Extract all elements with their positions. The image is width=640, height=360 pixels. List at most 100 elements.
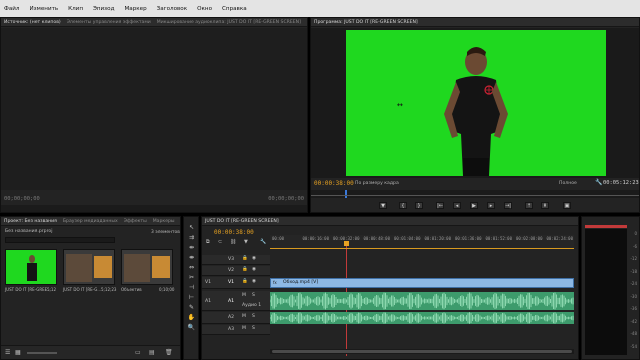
razor-tool-icon[interactable]: ✂ xyxy=(187,273,196,281)
linked-selection-icon[interactable]: ⛓ xyxy=(230,239,236,245)
step-forward-button[interactable]: ▸ xyxy=(487,202,495,209)
fit-dropdown[interactable]: По размеру кадра xyxy=(355,181,399,186)
project-search-input[interactable] xyxy=(5,237,115,243)
source-patch-a1[interactable]: A1 xyxy=(205,299,211,304)
program-timecode-duration: 00:05:12:23 xyxy=(603,180,639,186)
step-back-button[interactable]: ◂ xyxy=(453,202,461,209)
video-clip-v1[interactable]: fx Обход.mp4 [V] xyxy=(270,278,574,288)
menu-item[interactable]: Эпизод xyxy=(93,6,114,12)
add-marker-button[interactable]: ▼ xyxy=(379,202,387,209)
mark-out-button[interactable]: } xyxy=(415,202,423,209)
solo-button[interactable]: S xyxy=(252,326,255,331)
source-timecode-left: 00;00;00;00 xyxy=(4,196,40,202)
selection-tool-icon[interactable]: ↖ xyxy=(187,223,196,231)
project-panel: Проект: Без названия Браузер медиаданных… xyxy=(0,216,181,360)
menu-item[interactable]: Справка xyxy=(222,6,247,12)
scrollbar-thumb[interactable] xyxy=(272,350,572,353)
slide-tool-icon[interactable]: ⊢ xyxy=(187,293,196,301)
extract-button[interactable]: ⇞ xyxy=(541,202,549,209)
tab-project[interactable]: Проект: Без названия xyxy=(4,219,57,224)
project-item-name: JUST DO IT [RE-GREE... xyxy=(5,287,51,292)
zoom-slider[interactable] xyxy=(27,352,57,354)
tab-source[interactable]: Источник: (нет клипов) xyxy=(4,20,61,25)
ripple-edit-tool-icon[interactable]: ⇹ xyxy=(187,243,196,251)
track-header-a1[interactable]: A1 A1 M S Аудио 1 xyxy=(202,291,270,311)
trash-icon[interactable]: 🗑 xyxy=(165,349,173,356)
solo-button[interactable]: S xyxy=(252,314,255,319)
track-header-a2[interactable]: A2 M S xyxy=(202,312,270,324)
eye-icon[interactable]: ◉ xyxy=(252,279,256,284)
new-item-icon[interactable]: ▤ xyxy=(149,349,155,356)
program-timecode-current[interactable]: 00:00:38:00 xyxy=(314,180,354,187)
timeline-timecode[interactable]: 00:00:38:00 xyxy=(214,229,254,236)
icon-view-icon[interactable]: ▦ xyxy=(15,349,21,356)
mute-button[interactable]: M xyxy=(242,314,246,319)
track-header-a3[interactable]: A3 M S xyxy=(202,325,270,335)
tab-sequence[interactable]: JUST DO IT [RE-GREEN SCREEN] xyxy=(205,219,279,224)
new-bin-icon[interactable]: ▭ xyxy=(135,349,141,356)
timeline-scrollbar[interactable] xyxy=(270,349,574,354)
hand-tool-icon[interactable]: ✋ xyxy=(187,313,196,321)
rate-stretch-tool-icon[interactable]: ⇔ xyxy=(187,263,196,271)
track-label-v1: V1 xyxy=(228,280,235,285)
work-area-bar[interactable] xyxy=(270,248,574,249)
tab-media-browser[interactable]: Браузер медиаданных xyxy=(63,219,118,224)
menu-item[interactable]: Окно xyxy=(197,6,212,12)
person-figure xyxy=(444,47,508,176)
quality-dropdown[interactable]: Полное xyxy=(559,181,577,186)
nest-icon[interactable]: ⧉ xyxy=(206,239,210,245)
move-cursor-icon: ↔ xyxy=(397,101,403,109)
program-scrub-bar[interactable] xyxy=(311,190,639,198)
tab-markers[interactable]: Маркеры xyxy=(153,219,175,224)
meter-tick: -6 xyxy=(633,243,637,249)
playhead-marker[interactable] xyxy=(345,190,347,198)
lock-icon[interactable]: 🔒 xyxy=(242,279,248,284)
track-header-v2[interactable]: V2 ◉ 🔒 xyxy=(202,266,270,276)
menu-item[interactable]: Заголовок xyxy=(157,6,187,12)
rolling-edit-tool-icon[interactable]: ⇼ xyxy=(187,253,196,261)
audio-clip-a1[interactable] xyxy=(269,292,574,310)
wrench-icon[interactable]: 🔧 xyxy=(595,179,602,186)
snap-icon[interactable]: ⊂ xyxy=(218,239,222,245)
menu-item[interactable]: Клип xyxy=(68,6,83,12)
eye-icon[interactable]: ◉ xyxy=(252,256,256,261)
mark-in-button[interactable]: { xyxy=(399,202,407,209)
project-item-thumb[interactable] xyxy=(5,249,57,285)
audio-clip-a2[interactable] xyxy=(269,312,574,324)
tab-effects[interactable]: Эффекты xyxy=(124,219,147,224)
green-screen-frame xyxy=(346,30,606,176)
mute-button[interactable]: M xyxy=(242,326,246,331)
menu-item[interactable]: Маркер xyxy=(124,6,146,12)
thumb-scene xyxy=(152,256,170,278)
eye-icon[interactable]: ◉ xyxy=(252,267,256,272)
camera-icon[interactable]: ▣ xyxy=(563,202,571,209)
zoom-tool-icon[interactable]: 🔍 xyxy=(187,323,196,331)
track-header-v1[interactable]: V1 V1 ◉ 🔒 xyxy=(202,277,270,289)
project-item-thumb[interactable] xyxy=(121,249,173,285)
slip-tool-icon[interactable]: ⊣ xyxy=(187,283,196,291)
pen-tool-icon[interactable]: ✎ xyxy=(187,303,196,311)
tab-audio-clip-mixer[interactable]: Микширование аудиоклипа: JUST DO IT [RE-… xyxy=(157,20,301,25)
track-select-tool-icon[interactable]: ⇉ xyxy=(187,233,196,241)
solo-button[interactable]: S xyxy=(252,293,255,298)
source-patch-v1[interactable]: V1 xyxy=(205,280,211,285)
lock-icon[interactable]: 🔒 xyxy=(242,256,248,261)
track-header-v3[interactable]: V3 ◉ 🔒 xyxy=(202,255,270,265)
meter-tick: -48 xyxy=(630,331,637,336)
menu-item[interactable]: Изменить xyxy=(29,6,58,12)
play-button[interactable]: ▶ xyxy=(470,202,478,209)
go-to-in-button[interactable]: |← xyxy=(436,202,444,209)
add-marker-icon[interactable]: ▼ xyxy=(244,239,248,245)
project-item-thumb[interactable] xyxy=(63,249,115,285)
lift-button[interactable]: ⇡ xyxy=(525,202,533,209)
mute-button[interactable]: M xyxy=(242,293,246,298)
go-to-out-button[interactable]: →| xyxy=(504,202,512,209)
menu-item[interactable]: Файл xyxy=(4,6,19,12)
tab-program[interactable]: Программа: JUST DO IT [RE-GREEN SCREEN] xyxy=(314,20,418,25)
timeline-settings-icon[interactable]: 🔧 xyxy=(260,239,266,245)
tab-effect-controls[interactable]: Элементы управления эффектами xyxy=(67,20,151,25)
time-ruler[interactable]: 00:00 00:00:16:00 00:00:32:00 00:00:48:00 00… xyxy=(270,235,574,249)
list-view-icon[interactable]: ☰ xyxy=(5,349,10,356)
meter-tick: 0 xyxy=(634,231,637,236)
lock-icon[interactable]: 🔒 xyxy=(242,267,248,272)
